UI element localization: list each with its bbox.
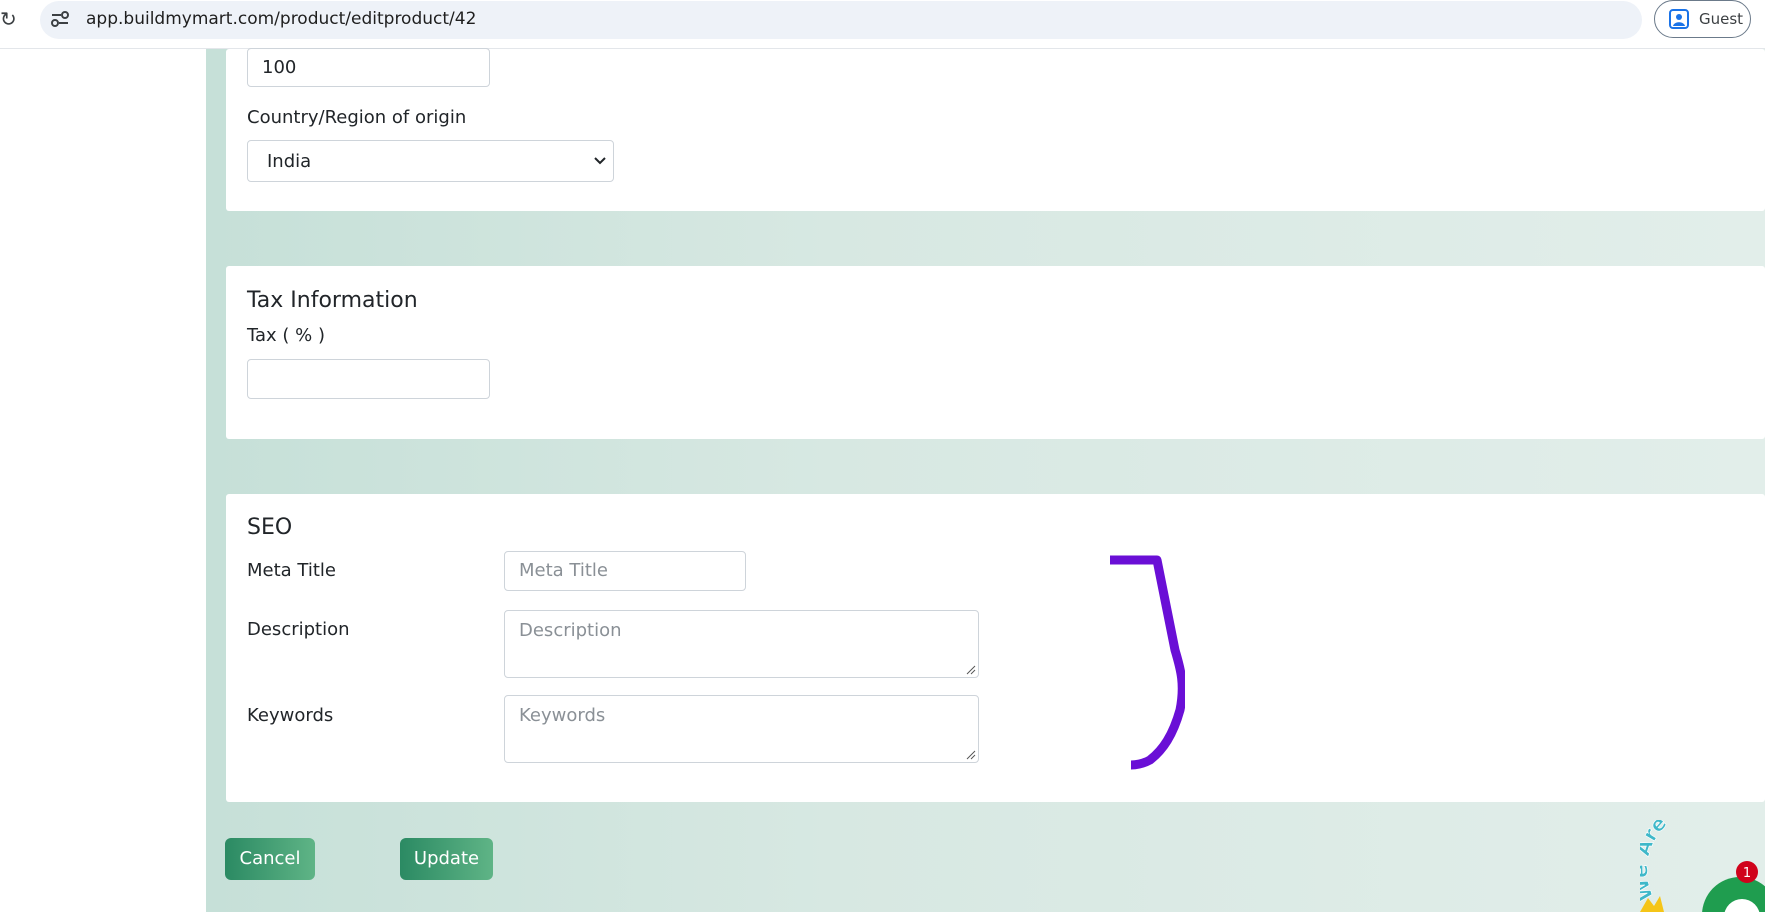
profile-button[interactable]: Guest (1654, 0, 1751, 38)
country-label: Country/Region of origin (247, 107, 467, 128)
reload-icon[interactable]: ↻ (0, 9, 17, 29)
resize-handle-icon[interactable] (966, 665, 976, 675)
tax-section-title: Tax Information (247, 288, 418, 313)
resize-handle-icon[interactable] (966, 750, 976, 760)
profile-icon (1669, 9, 1689, 29)
annotation-bracket-stroke (1110, 555, 1185, 770)
country-select[interactable]: India (247, 140, 614, 182)
url-text[interactable]: app.buildmymart.com/product/editproduct/… (86, 9, 476, 29)
meta-title-input[interactable]: Meta Title (504, 551, 746, 591)
tax-card (226, 266, 1765, 439)
description-label: Description (247, 619, 350, 640)
description-placeholder: Description (519, 620, 622, 641)
keywords-label: Keywords (247, 705, 334, 726)
quantity-input[interactable]: 100 (247, 48, 490, 87)
description-textarea[interactable]: Description (504, 610, 979, 678)
profile-label: Guest (1699, 10, 1744, 28)
chat-widget[interactable]: We Are Here 1 (1640, 820, 1765, 912)
tax-input[interactable] (247, 359, 490, 399)
update-button[interactable]: Update (400, 838, 493, 880)
meta-title-label: Meta Title (247, 560, 336, 581)
seo-section-title: SEO (247, 515, 293, 540)
chevron-down-icon (594, 157, 606, 165)
tax-label: Tax ( % ) (247, 325, 326, 346)
site-info-icon[interactable] (50, 10, 70, 28)
country-select-value: India (267, 151, 312, 172)
notification-badge-count: 1 (1743, 866, 1751, 881)
keywords-textarea[interactable]: Keywords (504, 695, 979, 763)
seo-card (226, 494, 1765, 802)
sidebar-area (0, 49, 206, 912)
cancel-button[interactable]: Cancel (225, 838, 315, 880)
keywords-placeholder: Keywords (519, 705, 606, 726)
browser-toolbar: ↻ app.buildmymart.com/product/editproduc… (0, 0, 1765, 49)
